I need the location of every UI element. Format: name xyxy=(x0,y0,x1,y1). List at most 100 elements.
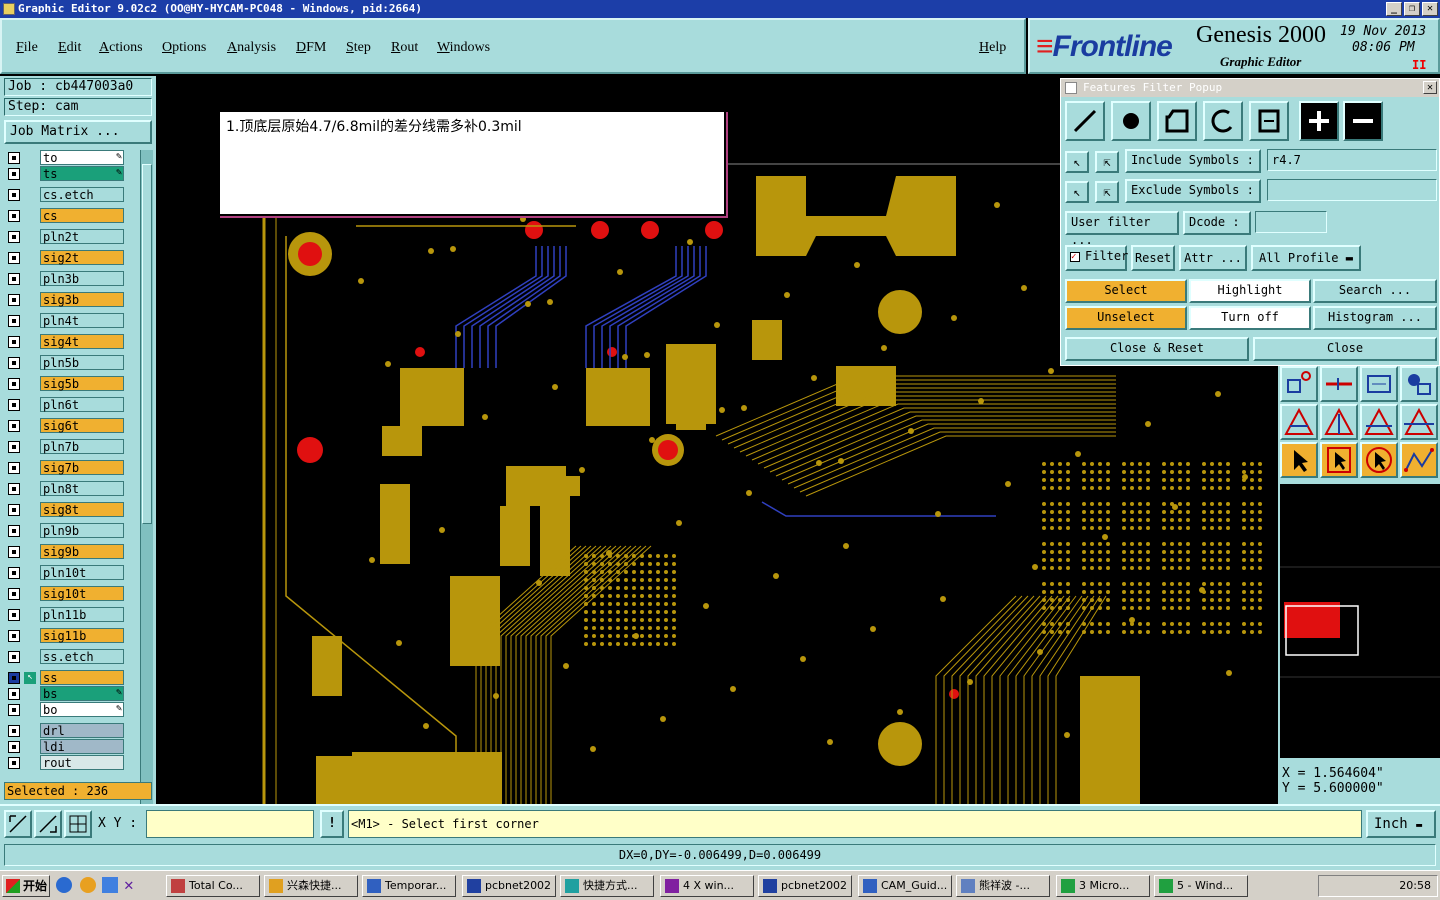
pointer-circle-icon[interactable] xyxy=(1360,442,1398,478)
layer-checkbox[interactable] xyxy=(8,357,20,369)
layer-checkbox[interactable] xyxy=(8,609,20,621)
layer-name[interactable]: sig10t xyxy=(40,586,124,601)
layer-name[interactable]: pln7b xyxy=(40,439,124,454)
layer-checkbox[interactable] xyxy=(8,252,20,264)
layer-checkbox[interactable] xyxy=(8,483,20,495)
layer-checkbox[interactable] xyxy=(8,152,20,164)
layer-row[interactable]: cs xyxy=(6,208,126,224)
layer-checkbox[interactable] xyxy=(8,210,20,222)
overview-map[interactable] xyxy=(1280,484,1440,758)
menu-dfm[interactable]: DFM xyxy=(296,40,326,56)
search-button[interactable]: Search ... xyxy=(1313,279,1437,303)
layer-row[interactable]: to ✎ xyxy=(6,150,126,166)
pointer-box-icon[interactable] xyxy=(1320,442,1358,478)
highlight-button[interactable]: Highlight xyxy=(1189,279,1311,303)
layer-row[interactable]: sig5b xyxy=(6,376,126,392)
clock-quicklaunch-icon[interactable] xyxy=(80,877,96,893)
taskbar-item[interactable]: 3 Micro... xyxy=(1056,875,1150,897)
user-filter-button[interactable]: User filter ... xyxy=(1065,211,1179,247)
select-button[interactable]: Select xyxy=(1065,279,1187,303)
layer-row[interactable]: sig6t xyxy=(6,418,126,434)
menu-windows[interactable]: Windows xyxy=(437,40,490,56)
histogram-button[interactable]: Histogram ... xyxy=(1313,306,1437,330)
triangle-a-icon[interactable] xyxy=(1280,404,1318,440)
taskbar-item[interactable]: Temporar... xyxy=(362,875,456,897)
layer-row[interactable]: pln3b xyxy=(6,271,126,287)
menu-step[interactable]: Step xyxy=(346,40,371,56)
layer-checkbox[interactable] xyxy=(8,546,20,558)
layer-checkbox[interactable] xyxy=(8,672,20,684)
include-symbol-icon[interactable]: ⇱ xyxy=(1095,151,1119,173)
layer-name[interactable]: sig9b xyxy=(40,544,124,559)
measure-icon[interactable] xyxy=(1360,366,1398,402)
pause-icon[interactable]: II xyxy=(1412,58,1426,72)
layer-row[interactable]: cs.etch xyxy=(6,187,126,203)
layer-checkbox[interactable] xyxy=(8,336,20,348)
snap-line-icon[interactable] xyxy=(1320,366,1358,402)
layer-name[interactable]: pln11b xyxy=(40,607,124,622)
menu-rout[interactable]: Rout xyxy=(391,40,418,56)
layer-name[interactable]: ss.etch xyxy=(40,649,124,664)
layer-row[interactable]: pln4t xyxy=(6,313,126,329)
include-symbols-button[interactable]: Include Symbols : xyxy=(1125,149,1261,173)
taskbar-item[interactable]: CAM_Guid... xyxy=(858,875,952,897)
layer-checkbox[interactable] xyxy=(8,294,20,306)
layer-name[interactable]: sig11b xyxy=(40,628,124,643)
layer-name[interactable]: to xyxy=(40,150,124,165)
overview-window[interactable] xyxy=(1278,484,1440,758)
layer-name[interactable]: cs xyxy=(40,208,124,223)
job-matrix-button[interactable]: Job Matrix ... xyxy=(4,120,152,144)
dcode-input[interactable] xyxy=(1255,211,1327,233)
layer-name[interactable]: ldi xyxy=(40,739,124,754)
line-shape-filter-icon[interactable] xyxy=(1065,101,1105,141)
menu-edit[interactable]: Edit xyxy=(58,40,81,56)
layer-row[interactable]: pln6t xyxy=(6,397,126,413)
filter-checkbox-icon[interactable]: ✓ xyxy=(1070,252,1080,262)
layer-row[interactable]: rout xyxy=(6,755,126,771)
layer-name[interactable]: cs.etch xyxy=(40,187,124,202)
close-button-popup[interactable]: Close xyxy=(1253,337,1437,361)
layer-name[interactable]: pln3b xyxy=(40,271,124,286)
close-reset-button[interactable]: Close & Reset xyxy=(1065,337,1249,361)
layer-row[interactable]: bs ✎ xyxy=(6,686,126,702)
menu-analysis[interactable]: Analysis xyxy=(227,40,276,56)
layer-checkbox[interactable] xyxy=(8,504,20,516)
layer-row[interactable]: ldi xyxy=(6,739,126,755)
layer-name[interactable]: pln6t xyxy=(40,397,124,412)
layer-row[interactable]: ↖ ss xyxy=(6,670,126,686)
exclude-arrow-icon[interactable]: ↖ xyxy=(1065,181,1089,203)
ie-quicklaunch-icon[interactable] xyxy=(56,877,72,893)
arc-shape-filter-icon[interactable] xyxy=(1203,101,1243,141)
taskbar-item[interactable]: 兴森快捷... xyxy=(264,875,358,897)
layer-row[interactable]: pln2t xyxy=(6,229,126,245)
grid-snap-icon[interactable] xyxy=(64,810,92,838)
layer-name[interactable]: sig4t xyxy=(40,334,124,349)
layer-name[interactable]: ts xyxy=(40,166,124,181)
layer-name[interactable]: ss xyxy=(40,670,124,685)
pad-shape-filter-icon[interactable] xyxy=(1111,101,1151,141)
layer-checkbox[interactable] xyxy=(8,462,20,474)
polyline-select-icon[interactable] xyxy=(1400,442,1438,478)
menu-options[interactable]: Options xyxy=(162,40,206,56)
taskbar-item[interactable]: 快捷方式... xyxy=(560,875,654,897)
layer-row[interactable]: sig3b xyxy=(6,292,126,308)
layer-checkbox[interactable] xyxy=(8,630,20,642)
surface-shape-filter-icon[interactable] xyxy=(1157,101,1197,141)
triangle-c-icon[interactable] xyxy=(1360,404,1398,440)
taskbar-item[interactable]: 熊祥波 -... xyxy=(956,875,1050,897)
text-shape-filter-icon[interactable] xyxy=(1249,101,1289,141)
layer-name[interactable]: pln10t xyxy=(40,565,124,580)
layer-name[interactable]: rout xyxy=(40,755,124,770)
restore-button[interactable]: ❐ xyxy=(1404,2,1420,16)
layer-checkbox[interactable] xyxy=(8,567,20,579)
filter-toggle[interactable]: ✓ Filter xyxy=(1065,245,1128,271)
layer-name[interactable]: sig8t xyxy=(40,502,124,517)
layer-name[interactable]: sig3b xyxy=(40,292,124,307)
x-quicklaunch-icon[interactable]: ✕ xyxy=(124,875,142,894)
layer-name[interactable]: drl xyxy=(40,723,124,738)
layer-checkbox[interactable] xyxy=(8,688,20,700)
layer-name[interactable]: bo xyxy=(40,702,124,717)
layer-row[interactable]: ts ✎ xyxy=(6,166,126,182)
select-pad-icon[interactable] xyxy=(1280,366,1318,402)
layer-row[interactable]: sig10t xyxy=(6,586,126,602)
